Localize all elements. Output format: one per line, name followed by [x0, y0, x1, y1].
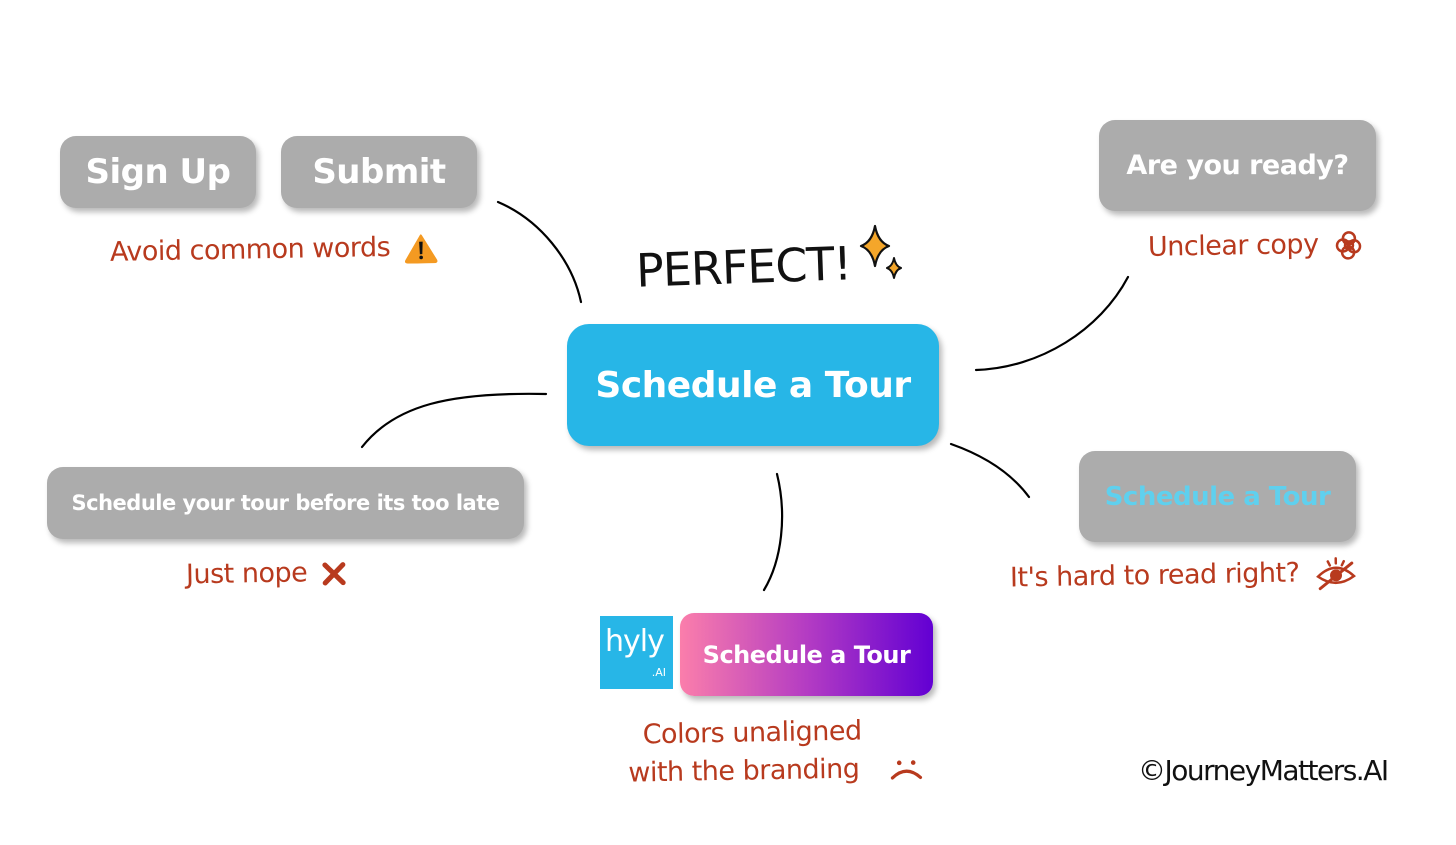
- too-long-label: Schedule your tour before its too late: [71, 491, 500, 515]
- connector-too-long: [360, 392, 548, 449]
- connector-low-contrast: [949, 442, 1031, 499]
- note-unclear-copy-text: Unclear copy: [1147, 228, 1319, 263]
- headline: PERFECT!: [635, 236, 852, 297]
- gradient-button-label: Schedule a Tour: [702, 640, 911, 669]
- connector-unclear-copy: [974, 275, 1130, 372]
- sign-up-label: Sign Up: [85, 152, 231, 192]
- sign-up-button[interactable]: Sign Up: [60, 136, 256, 208]
- scribble-icon: [1335, 230, 1361, 260]
- note-low-contrast-text: It's hard to read right?: [1009, 557, 1300, 594]
- low-contrast-label: Schedule a Tour: [1104, 481, 1331, 512]
- x-icon: [322, 561, 346, 585]
- note-low-contrast: It's hard to read right?: [1010, 555, 1358, 597]
- gradient-schedule-tour-button[interactable]: Schedule a Tour: [680, 613, 933, 696]
- too-long-button[interactable]: Schedule your tour before its too late: [47, 467, 524, 539]
- note-off-brand-line-2: with the branding: [628, 749, 924, 792]
- note-off-brand-line-2-text: with the branding: [628, 753, 860, 789]
- low-contrast-schedule-tour-button[interactable]: Schedule a Tour: [1079, 451, 1356, 542]
- hyly-logo-suffix: .AI: [651, 666, 666, 679]
- submit-button[interactable]: Submit: [281, 136, 477, 208]
- are-you-ready-label: Are you ready?: [1126, 150, 1349, 181]
- connector-off-brand: [762, 472, 784, 592]
- sad-face-icon: [891, 759, 923, 780]
- hyly-logo: hyly .AI: [600, 616, 673, 689]
- connector-common-words: [496, 200, 583, 304]
- submit-label: Submit: [312, 152, 446, 192]
- note-common-words: Avoid common words: [110, 231, 439, 268]
- headline-text: PERFECT!: [635, 236, 852, 298]
- note-too-long-text: Just nope: [185, 557, 308, 591]
- are-you-ready-button[interactable]: Are you ready?: [1099, 120, 1376, 211]
- warning-icon: [405, 233, 438, 264]
- main-button-label: Schedule a Tour: [595, 364, 911, 406]
- note-off-brand-line-1: Colors unaligned: [642, 715, 862, 751]
- hyly-logo-name: hyly: [605, 624, 665, 659]
- eye-slash-icon: [1315, 557, 1356, 591]
- copyright: ©JourneyMatters.AI: [1138, 754, 1389, 787]
- note-common-words-text: Avoid common words: [109, 231, 391, 268]
- note-too-long: Just nope: [185, 557, 348, 591]
- note-unclear-copy: Unclear copy: [1148, 228, 1365, 264]
- main-schedule-tour-button[interactable]: Schedule a Tour: [567, 324, 939, 446]
- note-off-brand: Colors unaligned with the branding: [627, 711, 923, 792]
- sparkle-icon: [859, 224, 902, 279]
